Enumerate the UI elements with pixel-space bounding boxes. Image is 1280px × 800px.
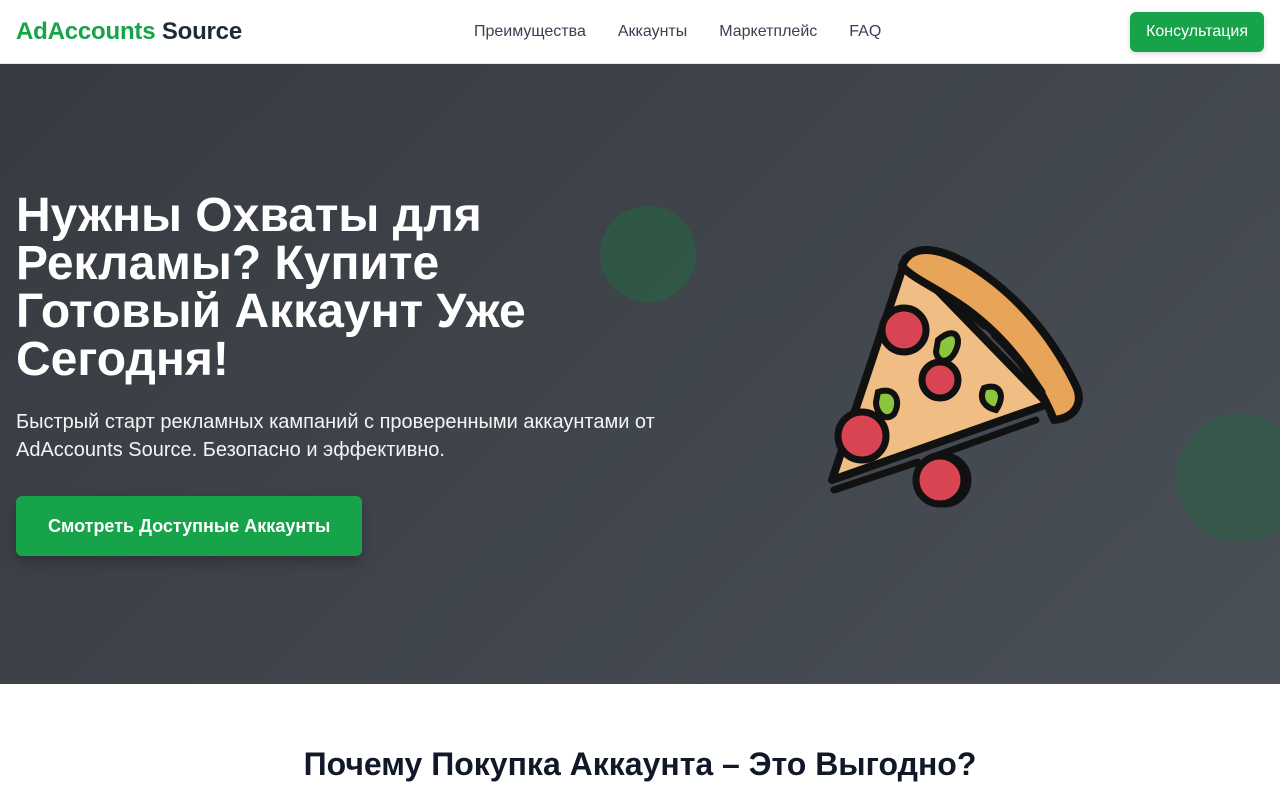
- consultation-button[interactable]: Консультация: [1130, 12, 1264, 52]
- section-title: Почему Покупка Аккаунта – Это Выгодно?: [303, 746, 977, 782]
- logo-text-brand: AdAccounts: [16, 17, 156, 45]
- nav-link-accounts[interactable]: Аккаунты: [618, 23, 687, 41]
- view-accounts-button[interactable]: Смотреть Доступные Аккаунты: [16, 496, 363, 556]
- hero-subtitle: Быстрый старт рекламных кампаний с прове…: [16, 411, 655, 461]
- nav-link-advantages[interactable]: Преимущества: [474, 23, 586, 41]
- nav-link-marketplace[interactable]: Маркетплейс: [719, 23, 817, 41]
- site-logo[interactable]: AdAccounts Source: [16, 18, 242, 46]
- main-nav: Преимущества Аккаунты Маркетплейс FAQ: [474, 0, 881, 64]
- hero-title: Нужны Охваты для Рекламы? Купите Готовый…: [16, 189, 526, 386]
- nav-link-faq[interactable]: FAQ: [849, 23, 881, 41]
- site-header: AdAccounts Source Преимущества Аккаунты …: [0, 0, 1280, 64]
- logo-text-source: Source: [161, 17, 242, 45]
- pizza-slice-icon: [828, 246, 1083, 508]
- decorative-circle: [1176, 414, 1280, 542]
- hero-section: Нужны Охваты для Рекламы? Купите Готовый…: [0, 64, 1280, 684]
